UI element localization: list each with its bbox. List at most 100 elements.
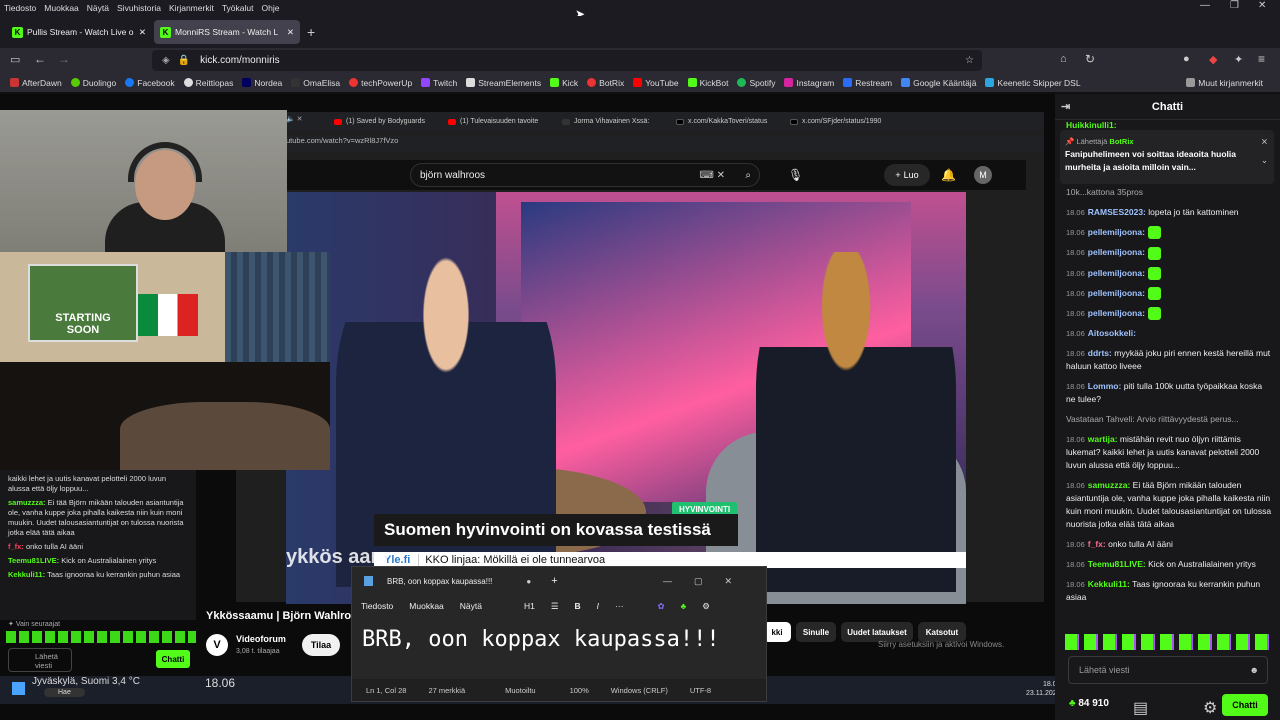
emoji-icon[interactable]: ☻: [1250, 665, 1259, 675]
followers-only-label: ✦ Vain seuraajat: [8, 621, 61, 628]
notepad-menu: Tiedosto Muokkaa Näytä H1 ☰ B I ··· ✿ ♣ …: [352, 595, 766, 617]
bookmark-restream[interactable]: Restream: [843, 78, 892, 88]
chat-message: 18.06 Lommo: piti tulla 100k uutta työpai…: [1066, 381, 1263, 405]
settings-icon: ⚙: [702, 600, 710, 611]
chat-panel: ⇥ Chatti Huikkinulli1: 📌 Lähettäjä BotRi…: [1055, 94, 1280, 720]
channel-icon[interactable]: ▤: [1133, 698, 1148, 718]
bookmark-nordea[interactable]: Nordea: [242, 78, 282, 88]
bookmark-kickbot[interactable]: KickBot: [687, 78, 728, 88]
chip: kki: [763, 622, 791, 642]
account-icon[interactable]: ●: [1183, 53, 1190, 65]
close-icon[interactable]: ✕: [1258, 0, 1266, 11]
activate-windows-text: Siirry asetuksiin ja aktivoi Windows.: [878, 640, 1005, 649]
close-tab-icon[interactable]: ✕: [139, 27, 146, 38]
chat-message: 10k...kattona 35pros: [1066, 187, 1144, 197]
bookmark-duolingo[interactable]: Duolingo: [70, 78, 116, 88]
chat-message: 18.06 Teemu81LIVE: Kick on Australialaine…: [1066, 559, 1256, 570]
chat-footer: ♣ 84 910 ▤ ⚙ Chatti: [1055, 690, 1280, 720]
bookmark-youtube[interactable]: YouTube: [633, 78, 679, 88]
menu-help[interactable]: Ohje: [261, 3, 279, 13]
chat-message: 18.06 ddrts: myykää joku piri ennen kestä…: [1066, 348, 1271, 372]
reload-icon[interactable]: ↻: [1085, 52, 1095, 66]
emote-icon: [1147, 226, 1161, 240]
emote-icon: [1147, 246, 1161, 260]
bookmark-reittiopas[interactable]: Reittiopas: [183, 78, 233, 88]
sidebar-icon[interactable]: ▭: [10, 53, 20, 66]
video-caption: Suomen hyvinvointi on kovassa testissä: [374, 514, 738, 546]
back-icon[interactable]: ←: [34, 52, 46, 66]
chip: Uudet lataukset: [841, 622, 913, 642]
tab-pullis[interactable]: K Pullis Stream - Watch Live o ✕: [6, 20, 152, 44]
chat-message: 18.06 Kekkuli11: Taas ignooraa ku kerrank…: [1066, 579, 1261, 603]
italic-icon: I: [596, 601, 600, 611]
chat-send-button[interactable]: Chatti: [1222, 694, 1268, 716]
captured-chat: kaikki lehet ja uutis kanavat pelotteli …: [0, 470, 196, 620]
emote-bar[interactable]: [1065, 634, 1273, 650]
tab-strip: K Pullis Stream - Watch Live o ✕ K Monni…: [0, 16, 1280, 48]
bookmark-afterdawn[interactable]: AfterDawn: [10, 78, 62, 88]
chat-message: Vastataan Tahveli: Arvio riittävyydestä …: [1066, 414, 1239, 425]
bookmark-twitch[interactable]: Twitch: [421, 78, 457, 88]
notepad-window: BRB, oon koppax kaupassa!!! ● + —▢✕ Tied…: [351, 566, 767, 702]
bookmark-kick[interactable]: Kick: [550, 78, 578, 88]
overlay-clock: 18.06: [205, 676, 236, 690]
restore-icon[interactable]: ❐: [1230, 0, 1239, 11]
collapse-chat-icon[interactable]: ⇥: [1061, 100, 1070, 113]
unpin-icon[interactable]: ⨯: [1261, 135, 1268, 148]
menu-file[interactable]: Tiedosto: [4, 3, 36, 13]
bookmark-omaelisa[interactable]: OmaElisa: [291, 78, 340, 88]
chevron-down-icon[interactable]: ⌄: [1261, 154, 1268, 167]
chat-header: ⇥ Chatti: [1055, 94, 1280, 120]
chat-message: Teemu81LIVE: Kick on Australialainen yri…: [8, 556, 157, 565]
chat-title: Chatti: [1151, 100, 1184, 113]
menu-view[interactable]: Näytä: [87, 3, 109, 13]
youtube-create-button: + Luo: [884, 164, 930, 186]
chat-input[interactable]: Lähetä viesti ☻: [1068, 656, 1268, 684]
kick-icon: K: [12, 26, 23, 38]
bookmark-streamelements[interactable]: StreamElements: [466, 78, 541, 88]
chat-message: samuzzza: Ei tää Björn mikään talouden a…: [8, 498, 184, 537]
bookmark-instagram[interactable]: Instagram: [784, 78, 834, 88]
chip: Sinulle: [796, 622, 836, 642]
extension-icon[interactable]: ◆: [1209, 53, 1217, 66]
notepad-menu-edit: Muokkaa: [409, 601, 444, 611]
bookmark-keenetic[interactable]: Keenetic Skipper DSL: [985, 78, 1081, 88]
chat-message: 18.06 samuzzza: Ei tää Björn mikään talou…: [1066, 480, 1272, 530]
chat-message: f_fx: onko tulla AI ääni: [8, 542, 84, 551]
notepad-text: BRB, oon koppax kaupassa!!!: [362, 627, 720, 652]
channel-points[interactable]: ♣ 84 910: [1069, 698, 1109, 709]
menu-history[interactable]: Sivuhistoria: [117, 3, 161, 13]
notepad-statusbar: Ln 1, Col 28 27 merkkiä Muotoiltu 100% W…: [352, 679, 766, 701]
bookmark-spotify[interactable]: Spotify: [737, 78, 775, 88]
captured-tab-strip: 🔈 ✕ (1) Saved by Bodyguards (1) Tulevais…: [286, 112, 1044, 130]
menu-icon[interactable]: ≡: [1258, 52, 1265, 66]
url-bar[interactable]: ◈ 🔒 kick.com/monniris ☆: [152, 50, 982, 71]
bookmark-google-translate[interactable]: Google Kääntäjä: [901, 78, 976, 88]
home-icon[interactable]: ⌂: [1060, 53, 1067, 65]
subscribe-button: Tilaa: [302, 634, 340, 656]
chat-message: 18.06 pellemiljoona:: [1066, 307, 1272, 321]
menu-edit[interactable]: Muokkaa: [44, 3, 79, 13]
starting-soon-poster: STARTING SOON: [28, 264, 138, 342]
bookmark-star-icon[interactable]: ☆: [965, 55, 974, 66]
close-tab-icon[interactable]: ✕: [287, 27, 294, 38]
avatar: M: [974, 166, 992, 184]
minimize-icon[interactable]: —: [1200, 0, 1210, 11]
pinned-message[interactable]: 📌 Lähettäjä BotRix Fanipuhelimeen voi so…: [1060, 130, 1274, 184]
menu-tools[interactable]: Työkalut: [222, 3, 254, 13]
forward-icon[interactable]: →: [58, 52, 70, 66]
list-icon: ☰: [550, 600, 559, 611]
bookmark-techpowerup[interactable]: techPowerUp: [349, 78, 412, 88]
captured-tab: x.com/KakkaToveri/status: [676, 115, 767, 128]
bookmark-other[interactable]: Muut kirjanmerkit: [1186, 78, 1263, 88]
menu-bookmarks[interactable]: Kirjanmerkit: [169, 3, 214, 13]
bookmarks-bar: AfterDawn Duolingo Facebook Reittiopas N…: [0, 73, 1280, 93]
bookmark-facebook[interactable]: Facebook: [125, 78, 175, 88]
extensions-icon[interactable]: ✦: [1234, 53, 1243, 66]
chat-message: kaikki lehet ja uutis kanavat pelotteli …: [8, 474, 167, 493]
tab-monnirs[interactable]: K MonniRS Stream - Watch L ✕: [154, 20, 300, 44]
bookmark-botrix[interactable]: BotRix: [587, 78, 624, 88]
new-tab-icon[interactable]: +: [307, 24, 315, 40]
settings-icon[interactable]: ⚙: [1203, 698, 1217, 718]
keyboard-icon: ⌨ ✕: [699, 169, 725, 181]
